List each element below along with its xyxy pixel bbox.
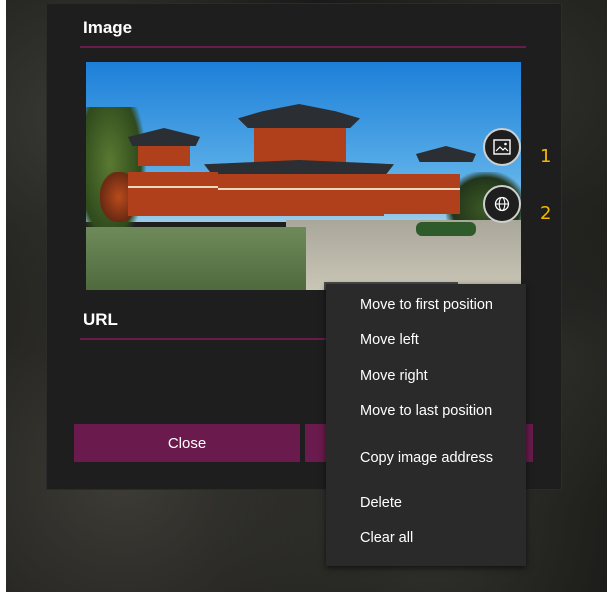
image-preview[interactable] bbox=[86, 62, 521, 290]
image-section-divider bbox=[80, 46, 526, 48]
image-section-title: Image bbox=[83, 18, 133, 37]
photo-ground bbox=[286, 220, 521, 290]
thumbnail-context-menu: Move to first position Move left Move ri… bbox=[326, 284, 526, 566]
annotation-1: 1 bbox=[540, 146, 552, 167]
menu-item-copy-address[interactable]: Copy image address bbox=[360, 450, 493, 466]
photo-hedge bbox=[416, 222, 476, 236]
menu-item-move-last[interactable]: Move to last position bbox=[360, 403, 492, 419]
photo-pond bbox=[86, 227, 306, 290]
annotation-2: 2 bbox=[540, 203, 552, 224]
image-picker-button[interactable] bbox=[483, 128, 521, 166]
close-button[interactable]: Close bbox=[74, 424, 300, 462]
globe-icon bbox=[494, 196, 510, 212]
image-icon bbox=[493, 139, 511, 155]
menu-item-clear-all[interactable]: Clear all bbox=[360, 530, 413, 546]
menu-item-move-first[interactable]: Move to first position bbox=[360, 297, 493, 313]
menu-item-delete[interactable]: Delete bbox=[360, 495, 402, 511]
menu-item-move-right[interactable]: Move right bbox=[360, 368, 428, 384]
url-section-title: URL bbox=[83, 310, 118, 329]
web-image-button[interactable] bbox=[483, 185, 521, 223]
menu-item-move-left[interactable]: Move left bbox=[360, 332, 419, 348]
